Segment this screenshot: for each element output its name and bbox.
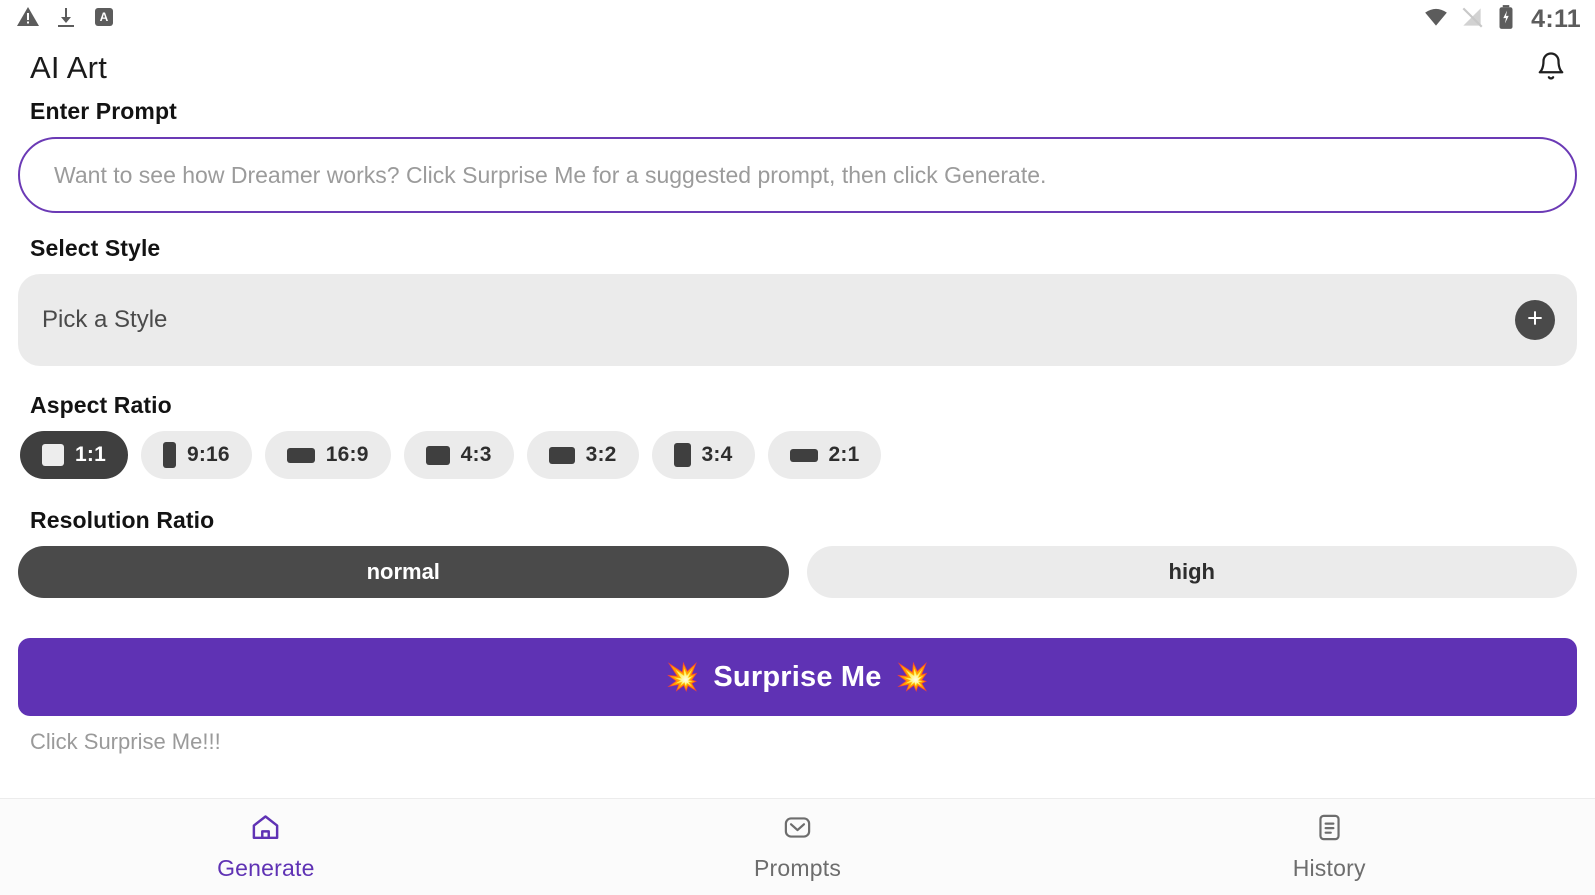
nav-label-generate: Generate (217, 855, 315, 881)
ratio-square-icon (42, 444, 64, 466)
ratio-portrait-icon (673, 443, 691, 467)
notifications-button[interactable] (1529, 46, 1573, 90)
ratio-wide-icon (789, 448, 818, 462)
aspect-ratio-label: Aspect Ratio (30, 392, 172, 418)
download-icon (54, 5, 78, 34)
app-header: AI Art (0, 38, 1595, 98)
aspect-ratio-chip-label: 3:4 (701, 443, 733, 466)
aspect-ratio-chip-9-16[interactable]: 9:16 (140, 431, 252, 479)
page-title: AI Art (30, 50, 108, 85)
aspect-ratio-options: 1:1 9:16 16:9 4:3 3:2 3:4 2:1 (18, 431, 1577, 479)
style-label: Select Style (30, 235, 161, 261)
plus-icon (1525, 308, 1545, 333)
style-placeholder-text: Pick a Style (42, 306, 168, 333)
nav-item-prompts[interactable]: Prompts (532, 812, 1064, 882)
warning-triangle-icon (16, 5, 40, 34)
home-icon (250, 812, 281, 848)
aspect-ratio-chip-label: 16:9 (325, 443, 369, 466)
aspect-ratio-chip-2-1[interactable]: 2:1 (767, 431, 882, 479)
bell-icon (1536, 51, 1566, 86)
resolution-options: normal high (18, 546, 1577, 598)
app-badge-icon: A (92, 5, 116, 34)
wifi-icon (1423, 4, 1449, 35)
generation-status-text: Click Surprise Me!!! (30, 729, 221, 754)
aspect-ratio-chip-3-4[interactable]: 3:4 (651, 431, 755, 479)
prompt-input-wrapper (18, 137, 1577, 213)
aspect-ratio-section: Aspect Ratio 1:1 9:16 16:9 4:3 3:2 3:4 2… (18, 392, 1577, 479)
app-screen: A 4:11 AI Art Enter Prompt Want to see h… (0, 0, 1595, 895)
ratio-portrait-icon (162, 442, 176, 468)
surprise-me-label: Surprise Me (713, 660, 882, 693)
main-content: Enter Prompt Select Style Pick a Style A… (0, 98, 1595, 798)
sparkle-left-icon: 💥 (665, 662, 700, 692)
aspect-ratio-chip-4-3[interactable]: 4:3 (403, 431, 514, 479)
status-bar-right-icons: 4:11 (1423, 4, 1581, 35)
aspect-ratio-chip-label: 1:1 (75, 443, 106, 466)
aspect-ratio-chip-label: 3:2 (585, 443, 617, 466)
document-icon (1314, 812, 1345, 848)
status-bar-time: 4:11 (1531, 4, 1581, 33)
status-bar-left-icons: A (16, 5, 116, 34)
nav-item-history[interactable]: History (1063, 812, 1595, 882)
envelope-icon (782, 812, 813, 848)
surprise-me-button[interactable]: 💥 Surprise Me 💥 (18, 638, 1577, 716)
resolution-label: Resolution Ratio (30, 507, 215, 533)
resolution-option-normal[interactable]: normal (18, 546, 789, 598)
aspect-ratio-chip-label: 9:16 (186, 443, 230, 466)
ratio-landscape-icon (548, 446, 575, 464)
aspect-ratio-chip-label: 4:3 (460, 443, 492, 466)
nav-label-history: History (1292, 855, 1366, 881)
resolution-option-high[interactable]: high (806, 546, 1577, 598)
style-section: Select Style Pick a Style (18, 235, 1577, 366)
status-bar: A 4:11 (0, 0, 1595, 38)
prompt-label: Enter Prompt (30, 98, 177, 124)
add-style-button[interactable] (1515, 300, 1555, 340)
ratio-landscape-icon (425, 445, 450, 465)
aspect-ratio-chip-label: 2:1 (828, 443, 860, 466)
ratio-landscape-icon (286, 447, 315, 463)
nav-item-generate[interactable]: Generate (0, 812, 532, 882)
signal-off-icon (1459, 4, 1485, 35)
bottom-navigation: Generate Prompts History (0, 798, 1595, 895)
prompt-input[interactable] (18, 137, 1577, 213)
prompt-section: Enter Prompt (18, 98, 1577, 213)
sparkle-right-icon: 💥 (895, 662, 930, 692)
svg-text:A: A (100, 10, 109, 24)
nav-label-prompts: Prompts (753, 855, 842, 881)
aspect-ratio-chip-3-2[interactable]: 3:2 (526, 431, 639, 479)
battery-charging-icon (1495, 4, 1517, 35)
aspect-ratio-chip-1-1[interactable]: 1:1 (20, 431, 128, 479)
style-picker[interactable]: Pick a Style (18, 274, 1577, 366)
aspect-ratio-chip-16-9[interactable]: 16:9 (264, 431, 391, 479)
resolution-section: Resolution Ratio normal high (18, 507, 1577, 598)
